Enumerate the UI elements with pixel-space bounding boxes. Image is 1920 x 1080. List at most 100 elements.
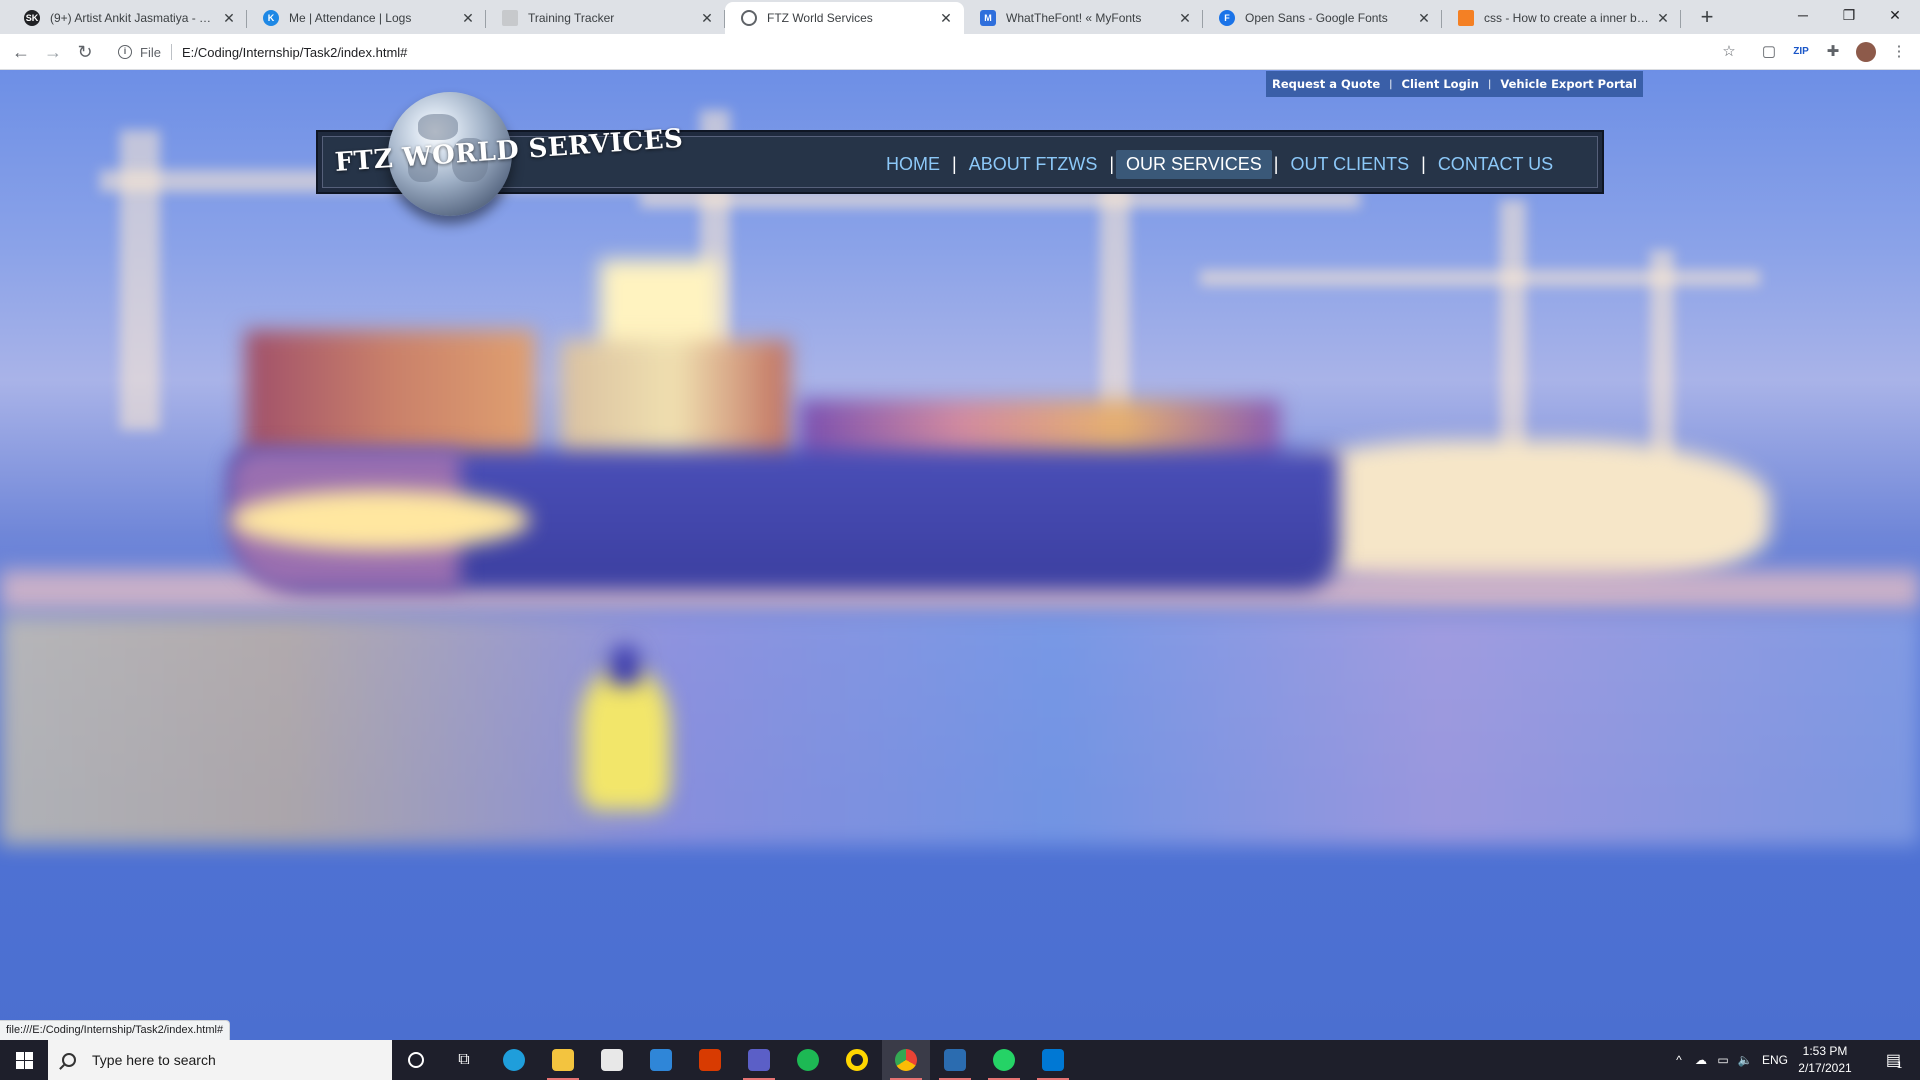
taskbar-chrome[interactable] bbox=[882, 1040, 930, 1080]
language-indicator[interactable]: ENG bbox=[1756, 1053, 1794, 1067]
taskbar-store[interactable] bbox=[588, 1040, 636, 1080]
onedrive-cloud-icon[interactable]: ☁ bbox=[1690, 1053, 1712, 1067]
cortana-button[interactable] bbox=[392, 1040, 440, 1080]
whatsapp-icon bbox=[993, 1049, 1015, 1071]
taskbar-teams[interactable] bbox=[735, 1040, 783, 1080]
close-tab-icon[interactable]: ✕ bbox=[1655, 10, 1671, 26]
profile-avatar[interactable] bbox=[1856, 42, 1876, 62]
menu-separator: | bbox=[952, 153, 957, 174]
reload-button[interactable]: ↻ bbox=[73, 40, 97, 64]
address-bar[interactable]: i File E:/Coding/Internship/Task2/index.… bbox=[108, 37, 1718, 67]
tab-title: Me | Attendance | Logs bbox=[289, 11, 412, 25]
tab-whatthefont[interactable]: M WhatTheFont! « MyFonts ✕ bbox=[964, 2, 1203, 34]
extensions-puzzle-icon[interactable]: ✚ bbox=[1824, 43, 1842, 61]
taskbar-spotify[interactable] bbox=[784, 1040, 832, 1080]
nav-contact-us[interactable]: CONTACT US bbox=[1428, 150, 1563, 179]
menu-separator: | bbox=[1273, 153, 1279, 174]
page-viewport: Request a Quote | Client Login | Vehicle… bbox=[0, 70, 1920, 1040]
tab-title: (9+) Artist Ankit Jasmatiya - Skill bbox=[50, 11, 215, 25]
windows-taskbar: Type here to search ⧉ ^ ☁ ▭ 🔈 ENG 1:53 P… bbox=[0, 1040, 1920, 1080]
restore-button[interactable]: ❐ bbox=[1826, 0, 1872, 30]
menu-kebab-icon[interactable]: ⋮ bbox=[1890, 43, 1908, 61]
new-tab-button[interactable]: + bbox=[1693, 4, 1721, 32]
taskbar-mail[interactable] bbox=[637, 1040, 685, 1080]
taskbar-whatsapp[interactable] bbox=[980, 1040, 1028, 1080]
url-text[interactable]: E:/Coding/Internship/Task2/index.html# bbox=[182, 45, 407, 60]
tab-stackoverflow[interactable]: css - How to create a inner borde ✕ bbox=[1442, 2, 1681, 34]
network-icon[interactable]: ▭ bbox=[1712, 1053, 1734, 1067]
globe-icon bbox=[741, 10, 757, 26]
close-window-button[interactable]: ✕ bbox=[1872, 0, 1918, 30]
photos-icon bbox=[944, 1049, 966, 1071]
back-button[interactable]: ← bbox=[9, 40, 33, 64]
menu-separator: | bbox=[1421, 153, 1426, 174]
separator: | bbox=[1389, 78, 1393, 90]
extension-page-icon[interactable]: ▢ bbox=[1760, 43, 1778, 61]
folder-icon bbox=[552, 1049, 574, 1071]
chrome-icon bbox=[895, 1049, 917, 1071]
teams-icon bbox=[748, 1049, 770, 1071]
doc-icon bbox=[502, 10, 518, 26]
search-icon bbox=[62, 1053, 76, 1067]
tab-ftz-world-services[interactable]: FTZ World Services ✕ bbox=[725, 2, 964, 34]
link-status-bubble: file:///E:/Coding/Internship/Task2/index… bbox=[0, 1020, 231, 1040]
start-button[interactable] bbox=[0, 1040, 48, 1080]
tab-google-fonts[interactable]: F Open Sans - Google Fonts ✕ bbox=[1203, 2, 1442, 34]
task-view-icon: ⧉ bbox=[458, 1051, 470, 1068]
taskbar-vscode[interactable] bbox=[1029, 1040, 1077, 1080]
client-login-link[interactable]: Client Login bbox=[1402, 77, 1479, 91]
close-tab-icon[interactable]: ✕ bbox=[460, 10, 476, 26]
close-tab-icon[interactable]: ✕ bbox=[1177, 10, 1193, 26]
top-utility-links: Request a Quote | Client Login | Vehicle… bbox=[1266, 71, 1643, 97]
url-scheme: File bbox=[140, 44, 161, 60]
tab-title: Open Sans - Google Fonts bbox=[1245, 11, 1388, 25]
forward-button[interactable]: → bbox=[41, 40, 65, 64]
k-icon: K bbox=[263, 10, 279, 26]
notification-count-badge: 1 bbox=[1897, 1060, 1903, 1070]
system-tray: ^ ☁ ▭ 🔈 ENG bbox=[1668, 1040, 1794, 1080]
minimize-button[interactable]: ─ bbox=[1780, 0, 1826, 30]
taskbar-photos[interactable] bbox=[931, 1040, 979, 1080]
edge-icon bbox=[503, 1049, 525, 1071]
nav-about-ftzws[interactable]: ABOUT FTZWS bbox=[959, 150, 1108, 179]
taskbar-clock[interactable]: 1:53 PM 2/17/2021 bbox=[1790, 1043, 1860, 1077]
myfonts-icon: M bbox=[980, 10, 996, 26]
tab-title: FTZ World Services bbox=[767, 11, 873, 25]
tab-skillshare[interactable]: SK (9+) Artist Ankit Jasmatiya - Skill ✕ bbox=[8, 2, 247, 34]
spotify-icon bbox=[797, 1049, 819, 1071]
chevron-up-icon[interactable]: ^ bbox=[1668, 1053, 1690, 1067]
taskbar-norton[interactable] bbox=[833, 1040, 881, 1080]
tab-strip: SK (9+) Artist Ankit Jasmatiya - Skill ✕… bbox=[0, 0, 1920, 34]
close-tab-icon[interactable]: ✕ bbox=[938, 10, 954, 26]
cortana-icon bbox=[408, 1052, 424, 1068]
sk-icon: SK bbox=[24, 10, 40, 26]
nav-out-clients[interactable]: OUT CLIENTS bbox=[1280, 150, 1419, 179]
vscode-icon bbox=[1042, 1049, 1064, 1071]
tab-title: WhatTheFont! « MyFonts bbox=[1006, 11, 1142, 25]
task-view-button[interactable]: ⧉ bbox=[440, 1040, 488, 1080]
close-tab-icon[interactable]: ✕ bbox=[1416, 10, 1432, 26]
taskbar-search-box[interactable]: Type here to search bbox=[48, 1040, 392, 1080]
nav-home[interactable]: HOME bbox=[876, 150, 950, 179]
browser-toolbar: ← → ↻ i File E:/Coding/Internship/Task2/… bbox=[0, 34, 1920, 70]
volume-icon[interactable]: 🔈 bbox=[1734, 1053, 1756, 1067]
notification-center-button[interactable]: ▤ 1 bbox=[1876, 1040, 1912, 1080]
info-icon[interactable]: i bbox=[118, 45, 132, 59]
divider bbox=[170, 44, 172, 60]
close-tab-icon[interactable]: ✕ bbox=[699, 10, 715, 26]
taskbar-file-explorer[interactable] bbox=[539, 1040, 587, 1080]
request-quote-link[interactable]: Request a Quote bbox=[1272, 77, 1380, 91]
windows-logo-icon bbox=[15, 1051, 33, 1069]
close-tab-icon[interactable]: ✕ bbox=[221, 10, 237, 26]
vehicle-export-portal-link[interactable]: Vehicle Export Portal bbox=[1500, 77, 1637, 91]
bookmark-star-icon[interactable]: ☆ bbox=[1720, 43, 1738, 61]
office-icon bbox=[699, 1049, 721, 1071]
nav-our-services[interactable]: OUR SERVICES bbox=[1116, 149, 1272, 179]
tab-attendance[interactable]: K Me | Attendance | Logs ✕ bbox=[247, 2, 486, 34]
taskbar-office[interactable] bbox=[686, 1040, 734, 1080]
taskbar-edge[interactable] bbox=[490, 1040, 538, 1080]
clock-date: 2/17/2021 bbox=[1798, 1061, 1852, 1075]
separator: | bbox=[1487, 78, 1492, 90]
zip-extension-icon[interactable]: ZIP bbox=[1792, 43, 1810, 61]
tab-training-tracker[interactable]: Training Tracker ✕ bbox=[486, 2, 725, 34]
